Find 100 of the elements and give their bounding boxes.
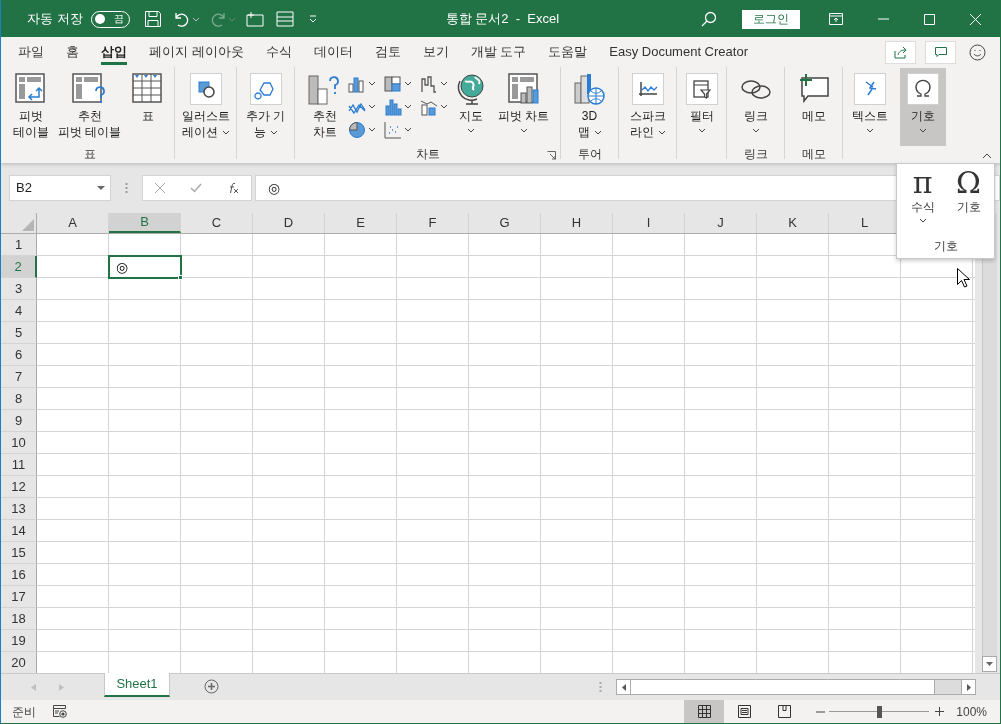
column-header[interactable]: K	[757, 213, 829, 233]
chevron-down-icon	[367, 81, 376, 86]
vertical-scrollbar[interactable]	[975, 213, 1000, 673]
new-sheet-icon[interactable]	[245, 11, 264, 27]
ribbon-button[interactable]: 피벗 테이블	[7, 68, 54, 146]
pivot-table-icon	[14, 73, 47, 105]
menu-tab[interactable]: 검토	[363, 37, 412, 67]
column-header[interactable]: C	[181, 213, 253, 233]
recommended-chart-icon	[307, 73, 342, 105]
column-header[interactable]: F	[397, 213, 469, 233]
menu-tab[interactable]: 삽입	[90, 37, 138, 67]
filter-icon	[685, 73, 718, 105]
ribbon-display-icon[interactable]	[829, 13, 843, 25]
menu-tab[interactable]: 도움말	[537, 37, 599, 67]
scroll-left-icon[interactable]	[621, 683, 626, 691]
chevron-down-icon	[403, 127, 412, 132]
ribbon-button[interactable]: 기호	[900, 68, 946, 146]
statistic-chart-icon[interactable]	[383, 97, 402, 116]
chevron-down-icon	[403, 81, 412, 86]
active-cell[interactable]: ◎	[108, 255, 182, 279]
ribbon-button[interactable]: 메모	[790, 68, 837, 146]
ribbon-button[interactable]: 텍스트	[847, 68, 893, 146]
menu-tab[interactable]: 보기	[411, 37, 460, 67]
scatter-chart-icon[interactable]	[383, 120, 402, 139]
column-header[interactable]: I	[613, 213, 685, 233]
chevron-down-icon	[367, 127, 376, 132]
ribbon-button[interactable]: 필터	[678, 68, 725, 146]
sheet-tab[interactable]: Sheet1	[104, 673, 170, 697]
chevron-down-icon	[697, 128, 706, 133]
column-header[interactable]: B	[109, 213, 181, 233]
autosave-label: 자동 저장	[27, 10, 83, 29]
menu-tab[interactable]: 파일	[7, 37, 55, 67]
smiley-icon[interactable]	[969, 43, 986, 61]
chevron-down-icon	[918, 218, 927, 223]
pie-chart-icon[interactable]	[347, 120, 366, 139]
omega-icon	[907, 73, 939, 105]
bar-chart-icon[interactable]	[347, 74, 366, 93]
ribbon-button[interactable]: 추가 기 능	[241, 68, 290, 146]
collapse-ribbon-icon[interactable]	[982, 153, 992, 159]
view-button[interactable]	[684, 700, 725, 723]
chevron-down-icon	[751, 128, 760, 133]
menu-tab[interactable]: Easy Document Creator	[598, 37, 759, 67]
zoom-in-icon[interactable]	[935, 707, 945, 716]
grip-icon	[599, 681, 602, 693]
add-sheet-icon[interactable]	[204, 679, 219, 694]
undo-icon[interactable]	[173, 11, 190, 27]
share-icon	[893, 45, 908, 59]
select-all-icon	[22, 219, 34, 231]
close-icon[interactable]	[970, 13, 981, 25]
column-header[interactable]: D	[253, 213, 325, 233]
ribbon-button[interactable]: 3D 맵	[566, 68, 613, 146]
chevron-down-icon	[191, 16, 200, 22]
text-icon	[854, 73, 886, 105]
column-header[interactable]: H	[541, 213, 613, 233]
save-icon[interactable]	[143, 10, 162, 28]
ribbon-button[interactable]: 링크	[732, 68, 779, 146]
hierarchy-chart-icon[interactable]	[383, 74, 402, 93]
recommended-pivot-icon	[71, 73, 108, 105]
group-label: 차트	[415, 146, 440, 163]
macro-record-icon[interactable]	[53, 705, 67, 718]
ribbon-button[interactable]: 스파크 라인	[624, 68, 671, 146]
comments-button[interactable]	[925, 40, 956, 64]
ribbon-button[interactable]: 일러스트 레이션	[177, 68, 234, 146]
menu-tab[interactable]: 데이터	[302, 37, 364, 67]
column-header[interactable]: G	[469, 213, 541, 233]
map-3d-icon	[572, 73, 607, 105]
menu-tab[interactable]: 수식	[254, 37, 303, 67]
chevron-down-icon	[403, 104, 412, 109]
name-box[interactable]: B2	[9, 175, 111, 201]
login-button[interactable]: 로그인	[742, 9, 800, 29]
customize-toolbar-icon[interactable]	[307, 15, 318, 23]
zoom-slider-thumb[interactable]	[877, 705, 883, 718]
zoom-level[interactable]: 100%	[956, 702, 987, 721]
pivot-chart-icon	[507, 73, 540, 105]
column-header[interactable]: E	[325, 213, 397, 233]
comment-icon	[934, 46, 947, 58]
chevron-down-icon	[919, 128, 927, 133]
search-icon[interactable]	[701, 11, 717, 27]
page-view-icon	[737, 705, 751, 718]
waterfall-chart-icon[interactable]	[419, 74, 438, 93]
scroll-down-icon[interactable]	[986, 662, 993, 666]
menu-tab[interactable]: 홈	[55, 37, 90, 67]
menu-tab[interactable]: 페이지 레이아웃	[138, 37, 255, 67]
ribbon-button[interactable]: 표	[125, 68, 172, 146]
ribbon-button[interactable]: 추천 피벗 테이블	[53, 68, 126, 146]
check-icon[interactable]	[190, 183, 202, 193]
maximize-icon[interactable]	[924, 13, 935, 25]
ribbon-button[interactable]: 지도	[447, 68, 494, 146]
row-header[interactable]: 2	[1, 256, 37, 278]
status-text: 준비	[12, 703, 36, 721]
column-header[interactable]: J	[685, 213, 757, 233]
dialog-launcher-icon[interactable]	[547, 151, 556, 160]
ribbon-button[interactable]: 추천 차트	[301, 68, 348, 146]
scroll-right-icon[interactable]	[966, 683, 971, 691]
ribbon-button[interactable]: 피벗 차트	[493, 68, 554, 146]
menu-tab[interactable]: 개발 도구	[459, 37, 538, 67]
form-icon[interactable]	[275, 11, 294, 27]
horizontal-scrollbar[interactable]	[616, 679, 976, 695]
chevron-down-icon	[466, 128, 475, 133]
grip-icon	[125, 182, 128, 194]
